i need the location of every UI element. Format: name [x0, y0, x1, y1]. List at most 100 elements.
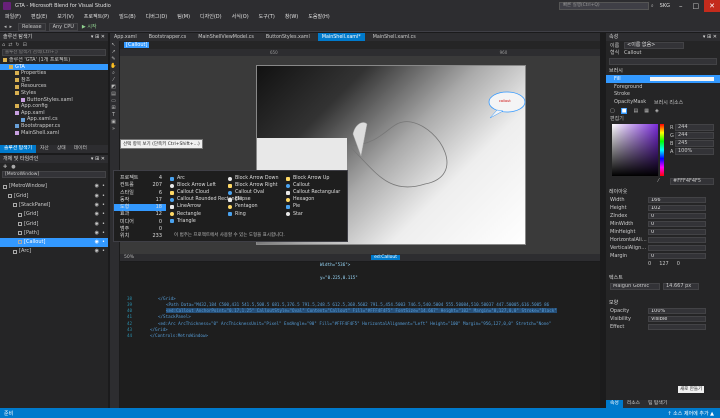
eyedropper-icon[interactable]: ⁄ — [658, 178, 659, 184]
lock-dot-icon[interactable]: • — [102, 202, 105, 209]
object-item[interactable]: [Grid] ◉ • — [0, 191, 108, 200]
brush-item[interactable]: OpacityMask 브러시 리소스 — [606, 98, 720, 106]
hue-slider[interactable] — [660, 124, 664, 177]
solution-item[interactable]: 솔루션 'GTA' (1개 프로젝트) — [0, 57, 108, 64]
section-layout[interactable]: 레이아웃 — [606, 188, 720, 196]
breadcrumb[interactable]: [Callout] — [124, 42, 150, 48]
property-value[interactable]: 166 — [648, 197, 706, 204]
tab-states[interactable]: 상태 — [53, 145, 70, 153]
lock-dot-icon[interactable]: • — [102, 193, 105, 200]
asset-shape[interactable]: Callout — [286, 182, 344, 189]
asset-shape[interactable]: Pentagon — [228, 203, 286, 210]
asset-shape[interactable]: Block Arrow Up — [286, 175, 344, 182]
brush-item[interactable]: Foreground — [606, 83, 720, 91]
section-text[interactable]: 텍스트 — [606, 274, 720, 282]
property-value[interactable]: 0 — [648, 253, 706, 260]
solution-item[interactable]: MainShell.xaml — [0, 130, 108, 137]
asset-category[interactable]: 스타일 6 — [114, 190, 166, 197]
no-brush-icon[interactable]: ▢ — [610, 108, 615, 114]
asset-shape[interactable]: Ellipse — [228, 196, 286, 203]
asset-shape[interactable]: Callout Oval — [228, 189, 286, 196]
record-icon[interactable]: ● — [11, 164, 15, 170]
solution-item[interactable]: Resources — [0, 83, 108, 90]
property-value[interactable] — [648, 324, 706, 331]
property-value[interactable]: Visible — [648, 316, 706, 323]
menu-edit[interactable]: 편집(E) — [26, 12, 52, 22]
object-item[interactable]: [Grid] ◉ • — [0, 219, 108, 228]
section-appearance[interactable]: 모양 — [606, 299, 720, 307]
source-control-button[interactable]: ↑ 소스 제어에 추가 ▲ — [667, 410, 714, 417]
layout-tool-icon[interactable]: ⊞ — [110, 104, 117, 111]
asset-shape[interactable]: Ring — [228, 210, 286, 217]
menu-help[interactable]: 도움말(H) — [303, 12, 334, 22]
code-line[interactable]: 44 </Controls:MetroWindow> — [120, 333, 600, 339]
tab-resources[interactable]: 리소스 — [623, 400, 644, 408]
object-item[interactable]: [Arc] ◉ • — [0, 247, 108, 256]
menu-build[interactable]: 빌드(B) — [114, 12, 141, 22]
lock-dot-icon[interactable]: • — [102, 230, 105, 237]
solution-item[interactable]: Properties — [0, 70, 108, 77]
platform-select[interactable]: Any CPU — [48, 22, 78, 31]
forward-icon[interactable]: ▸ — [10, 24, 13, 30]
brush-item[interactable]: Stroke — [606, 91, 720, 99]
user-name[interactable]: SKG — [660, 3, 670, 9]
asset-shape[interactable]: Callout Rectangular — [286, 189, 344, 196]
direct-select-tool-icon[interactable]: ↗ — [110, 48, 117, 55]
tab-team-explorer[interactable]: 팀 탐색기 — [644, 400, 671, 408]
minimize-button[interactable]: – — [674, 0, 688, 12]
property-value[interactable]: 0 — [648, 221, 706, 228]
margin-right[interactable]: 0 — [677, 261, 680, 267]
visibility-eye-icon[interactable]: ◉ — [95, 202, 99, 209]
tab-assets[interactable]: 자산 — [36, 145, 53, 153]
solution-item[interactable]: ButtonStyles.xaml — [0, 97, 108, 104]
property-value[interactable] — [648, 245, 706, 252]
lock-dot-icon[interactable]: • — [102, 183, 105, 190]
asset-shape[interactable]: Pie — [286, 203, 344, 210]
section-brush[interactable]: 브러시 — [606, 67, 720, 75]
asset-shape[interactable]: Block Arrow Right — [228, 182, 286, 189]
asset-shape[interactable]: Block Arrow Left — [170, 182, 228, 189]
config-select[interactable]: Release — [18, 22, 46, 31]
color-b-input[interactable]: 245 — [675, 140, 714, 148]
start-button[interactable]: ▶ 시작 — [82, 23, 97, 30]
solution-item[interactable]: App.xaml — [0, 110, 108, 117]
quick-launch-input[interactable]: 빠른 실행(Ctrl+Q) — [558, 2, 649, 10]
menu-design[interactable]: 디자인(D) — [195, 12, 227, 22]
collapse-icon[interactable]: ⊟ — [23, 42, 27, 48]
menu-window[interactable]: 창(W) — [280, 12, 303, 22]
visibility-eye-icon[interactable]: ◉ — [95, 230, 99, 237]
xaml-tab[interactable]: ed:Callout — [371, 255, 400, 260]
tab-solution-explorer[interactable]: 솔루션 탐색기 — [0, 145, 37, 153]
menu-project[interactable]: 프로젝트(P) — [79, 12, 114, 22]
maximize-button[interactable]: □ — [688, 0, 705, 12]
asset-shape[interactable]: Arc — [170, 175, 228, 182]
object-item[interactable]: [Grid] ◉ • — [0, 210, 108, 219]
tile-brush-icon[interactable]: ▦ — [644, 108, 649, 114]
margin-top[interactable]: 127 — [659, 261, 669, 267]
visibility-eye-icon[interactable]: ◉ — [95, 193, 99, 200]
color-a-input[interactable]: 100% — [675, 148, 714, 156]
eyedropper-tool-icon[interactable]: ⁄ — [110, 76, 117, 83]
lock-dot-icon[interactable]: • — [102, 221, 105, 228]
visibility-eye-icon[interactable]: ◉ — [95, 183, 99, 190]
asset-shape[interactable]: Callout Rounded Rectangle — [170, 196, 242, 203]
select-tool-icon[interactable]: ↖ — [110, 41, 117, 48]
asset-shape[interactable]: Star — [286, 210, 344, 217]
tab-data[interactable]: 데이터 — [70, 145, 91, 153]
close-button[interactable]: ✕ — [704, 0, 720, 12]
menu-team[interactable]: 팀(M) — [172, 12, 195, 22]
asset-shape[interactable]: Triangle — [170, 218, 228, 225]
code-line[interactable]: 40 <ed:Callout AnchorPoint="0.17,1.25" Ca… — [120, 308, 600, 314]
controls-tool-icon[interactable]: ▣ — [110, 118, 117, 125]
storyboard-icon[interactable]: ✚ — [3, 164, 7, 170]
rectangle-tool-icon[interactable]: ▭ — [110, 97, 117, 104]
resource-brush-icon[interactable]: ◈ — [655, 108, 659, 114]
solution-item[interactable]: GTA — [0, 63, 108, 71]
property-value[interactable] — [648, 237, 706, 244]
brush-item[interactable]: Fill — [606, 75, 720, 83]
visibility-eye-icon[interactable]: ◉ — [95, 248, 99, 255]
menu-view[interactable]: 보기(V) — [52, 12, 79, 22]
pen-tool-icon[interactable]: ✎ — [110, 55, 117, 62]
menu-format[interactable]: 서식(O) — [227, 12, 254, 22]
pan-tool-icon[interactable]: ✋ — [110, 62, 117, 69]
